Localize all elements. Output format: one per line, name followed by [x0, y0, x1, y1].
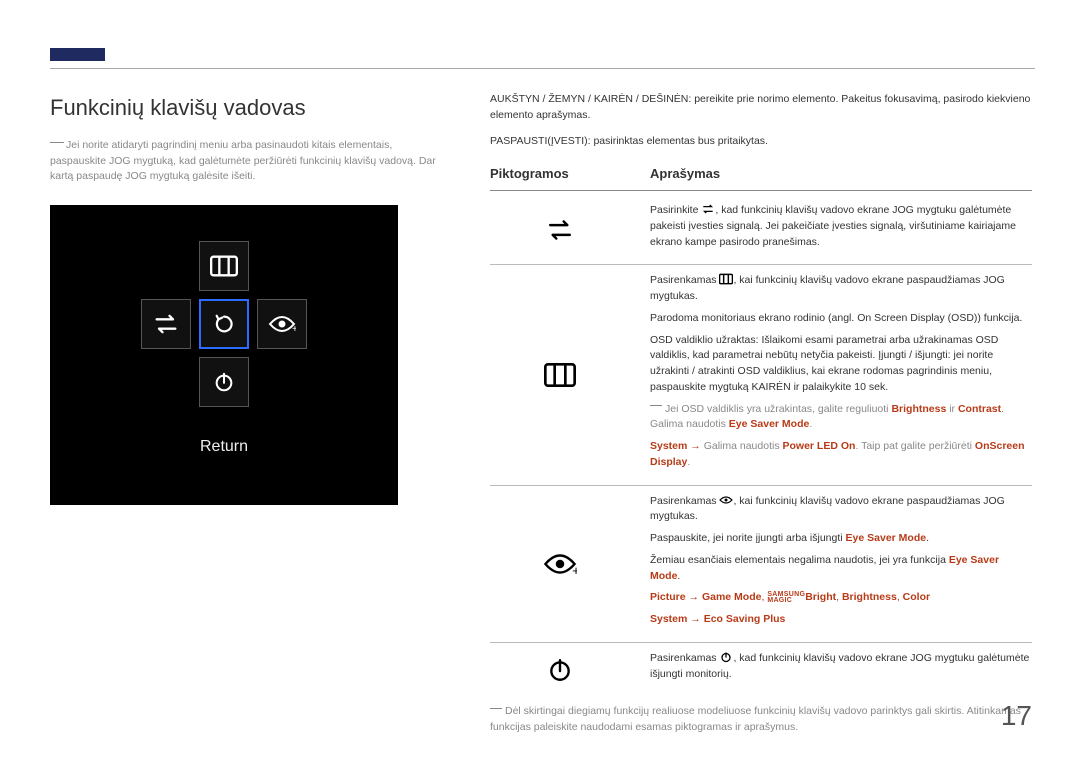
eye-desc-2: Paspauskite, jei norite įjungti arba išj… [650, 531, 1032, 547]
menu-icon [544, 363, 576, 387]
svg-text:+: + [572, 563, 577, 575]
osd-eye-button[interactable]: + [257, 299, 307, 349]
eye-icon [719, 494, 733, 506]
col-header-desc: Aprašymas [650, 165, 720, 184]
osd-menu-button[interactable] [199, 241, 249, 291]
power-icon [547, 657, 573, 683]
power-desc: Pasirenkamas , kad funkcinių klavišų vad… [650, 651, 1032, 683]
menu-icon [210, 255, 238, 277]
menu-desc-3: OSD valdiklio užraktas: Išlaikomi esami … [650, 333, 1032, 396]
page-number: 17 [1001, 696, 1032, 737]
source-icon [545, 219, 575, 241]
table-header: Piktogramos Aprašymas [490, 165, 1032, 191]
osd-return-label: Return [200, 435, 248, 458]
page-title: Funkcinių klavišų vadovas [50, 92, 450, 124]
brand-mark [50, 48, 105, 61]
menu-desc-1: Pasirenkamas , kai funkcinių klavišų vad… [650, 273, 1032, 305]
eye-desc-1: Pasirenkamas , kai funkcinių klavišų vad… [650, 494, 1032, 526]
power-icon [210, 371, 238, 393]
menu-desc-2: Parodoma monitoriaus ekrano rodinio (ang… [650, 311, 1032, 327]
row-source: Pasirinkite , kad funkcinių klavišų vado… [490, 195, 1032, 265]
osd-panel: + Return [50, 205, 398, 505]
osd-source-button[interactable] [141, 299, 191, 349]
menu-icon [719, 273, 733, 285]
nav-text-1: AUKŠTYN / ŽEMYN / KAIRĖN / DEŠINĖN: pere… [490, 92, 1032, 124]
return-icon [210, 313, 238, 335]
row-menu: Pasirenkamas , kai funkcinių klavišų vad… [490, 265, 1032, 485]
eye-line-picture: Picture → Game Mode, SAMSUNGMAGICBright,… [650, 590, 1032, 606]
col-header-icons: Piktogramos [490, 165, 650, 184]
osd-power-button[interactable] [199, 357, 249, 407]
eye-icon: + [543, 553, 577, 575]
row-eye: + Pasirenkamas , kai funkcinių klavišų v… [490, 486, 1032, 643]
menu-note-2: System → Galima naudotis Power LED On. T… [650, 439, 1032, 471]
menu-note-1: Jei OSD valdiklis yra užrakintas, galite… [650, 402, 1032, 434]
power-icon [719, 651, 733, 663]
svg-text:+: + [292, 324, 296, 335]
source-desc: Pasirinkite , kad funkcinių klavišų vado… [650, 203, 1032, 250]
osd-return-button[interactable] [199, 299, 249, 349]
source-icon [152, 313, 180, 335]
row-power: Pasirenkamas , kad funkcinių klavišų vad… [490, 643, 1032, 697]
footnote: Dėl skirtingai diegiamų funkcijų realiuo… [490, 696, 1032, 736]
header-rule [50, 68, 1035, 69]
eye-icon: + [268, 313, 296, 335]
source-icon [701, 203, 715, 215]
eye-desc-3: Žemiau esančiais elementais negalima nau… [650, 553, 1032, 585]
intro-text: Jei norite atidaryti pagrindinį meniu ar… [50, 138, 450, 185]
eye-line-system: System → Eco Saving Plus [650, 612, 1032, 628]
nav-text-2: PASPAUSTI(ĮVESTI): pasirinktas elementas… [490, 134, 1032, 150]
